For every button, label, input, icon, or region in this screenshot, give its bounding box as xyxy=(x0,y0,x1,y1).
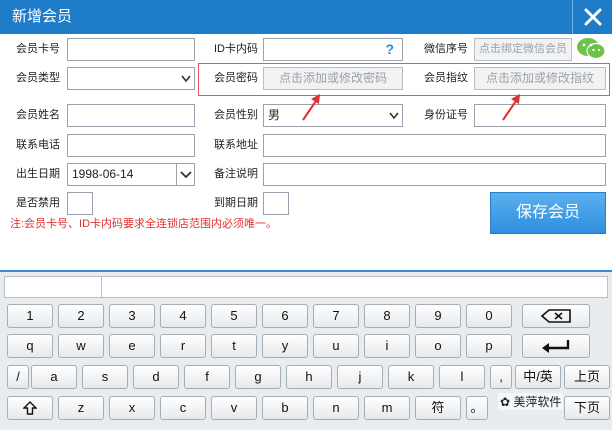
key-4[interactable]: 4 xyxy=(160,304,206,328)
key-c[interactable]: c xyxy=(160,396,206,420)
key-q[interactable]: q xyxy=(7,334,53,358)
key-v[interactable]: v xyxy=(211,396,257,420)
address-input[interactable] xyxy=(263,134,606,157)
disabled-label: 是否禁用 xyxy=(16,197,60,209)
key-y[interactable]: y xyxy=(262,334,308,358)
gender-value: 男 xyxy=(268,108,281,122)
key-8[interactable]: 8 xyxy=(364,304,410,328)
key-x[interactable]: x xyxy=(109,396,155,420)
remark-label: 备注说明 xyxy=(214,168,258,180)
remark-input[interactable] xyxy=(263,163,606,186)
key-n[interactable]: n xyxy=(313,396,359,420)
save-member-button[interactable]: 保存会员 xyxy=(490,192,606,234)
key-2[interactable]: 2 xyxy=(58,304,104,328)
address-label: 联系地址 xyxy=(214,139,258,151)
key-m[interactable]: m xyxy=(364,396,410,420)
card-no-input[interactable] xyxy=(67,38,195,61)
key-6[interactable]: 6 xyxy=(262,304,308,328)
key-7[interactable]: 7 xyxy=(313,304,359,328)
key-p[interactable]: p xyxy=(466,334,512,358)
key-s[interactable]: s xyxy=(82,365,128,389)
annotation-box xyxy=(198,63,610,96)
phone-label: 联系电话 xyxy=(16,139,60,151)
name-input[interactable] xyxy=(67,104,195,127)
key-d[interactable]: d xyxy=(133,365,179,389)
birthday-picker[interactable] xyxy=(176,163,195,186)
idno-input[interactable] xyxy=(474,104,606,127)
card-no-label: 会员卡号 xyxy=(16,43,60,55)
key-k[interactable]: k xyxy=(388,365,434,389)
birthday-label: 出生日期 xyxy=(16,168,60,180)
key-w[interactable]: w xyxy=(58,334,104,358)
gender-select[interactable]: 男 xyxy=(263,104,403,127)
key-l[interactable]: l xyxy=(439,365,485,389)
key-1[interactable]: 1 xyxy=(7,304,53,328)
key-g[interactable]: g xyxy=(235,365,281,389)
page-down-key[interactable]: 下页 xyxy=(564,396,610,420)
key-z[interactable]: z xyxy=(58,396,104,420)
key-0[interactable]: 0 xyxy=(466,304,512,328)
close-icon xyxy=(584,8,602,26)
key-3[interactable]: 3 xyxy=(109,304,155,328)
wechat-bind-button[interactable]: 点击绑定微信会员 xyxy=(474,38,572,61)
key-e[interactable]: e xyxy=(109,334,155,358)
chevron-down-icon xyxy=(181,75,191,83)
lang-switch-key[interactable]: 中/英 xyxy=(515,365,561,389)
birthday-input[interactable]: 1998-06-14 xyxy=(67,163,177,186)
expiry-input[interactable] xyxy=(263,192,289,215)
backspace-icon xyxy=(540,309,571,323)
type-select[interactable] xyxy=(67,67,195,90)
help-icon[interactable]: ? xyxy=(385,39,394,60)
id-card-input[interactable]: ? xyxy=(263,38,403,61)
shift-icon xyxy=(22,401,38,415)
key-r[interactable]: r xyxy=(160,334,206,358)
phone-input[interactable] xyxy=(67,134,195,157)
watermark: ✿ 美萍软件 xyxy=(498,393,564,410)
gender-label: 会员性别 xyxy=(214,109,258,121)
key-period[interactable]: 。 xyxy=(466,396,488,420)
chevron-down-icon xyxy=(180,171,192,179)
name-label: 会员姓名 xyxy=(16,109,60,121)
annotation-arrow-icon xyxy=(302,94,320,121)
expiry-label: 到期日期 xyxy=(214,197,258,209)
idno-label: 身份证号 xyxy=(424,109,468,121)
keyboard-input-bar[interactable] xyxy=(4,276,608,298)
uniqueness-note: 注:会员卡号、ID卡内码要求全连锁店范围内必须唯一。 xyxy=(10,218,278,230)
key-a[interactable]: a xyxy=(31,365,77,389)
enter-icon xyxy=(542,340,570,353)
symbol-key[interactable]: 符 xyxy=(415,396,461,420)
wechat-label: 微信序号 xyxy=(424,43,468,55)
key-j[interactable]: j xyxy=(337,365,383,389)
member-form: 会员卡号 ID卡内码 ? 微信序号 点击绑定微信会员 会员类型 会员密码 点击添… xyxy=(0,34,612,272)
chevron-down-icon xyxy=(389,112,399,120)
key-5[interactable]: 5 xyxy=(211,304,257,328)
key-i[interactable]: i xyxy=(364,334,410,358)
key-b[interactable]: b xyxy=(262,396,308,420)
backspace-key[interactable] xyxy=(522,304,590,328)
shift-key[interactable] xyxy=(7,396,53,420)
key-h[interactable]: h xyxy=(286,365,332,389)
annotation-arrow-icon xyxy=(502,94,520,121)
close-button[interactable] xyxy=(572,0,612,34)
id-card-label: ID卡内码 xyxy=(214,43,258,55)
watermark-icon: ✿ xyxy=(500,395,514,409)
key-t[interactable]: t xyxy=(211,334,257,358)
type-label: 会员类型 xyxy=(16,72,60,84)
input-separator xyxy=(101,277,102,297)
key-o[interactable]: o xyxy=(415,334,461,358)
key-f[interactable]: f xyxy=(184,365,230,389)
enter-key[interactable] xyxy=(522,334,590,358)
disabled-checkbox[interactable] xyxy=(67,192,93,215)
watermark-text: 美萍软件 xyxy=(513,395,562,409)
page-up-key[interactable]: 上页 xyxy=(564,365,610,389)
key-u[interactable]: u xyxy=(313,334,359,358)
key-slash[interactable]: / xyxy=(7,365,29,389)
key-9[interactable]: 9 xyxy=(415,304,461,328)
window-title: 新增会员 xyxy=(12,8,73,25)
wechat-icon[interactable] xyxy=(576,36,606,62)
title-bar: 新增会员 xyxy=(0,0,612,34)
key-comma[interactable]: , xyxy=(490,365,512,389)
